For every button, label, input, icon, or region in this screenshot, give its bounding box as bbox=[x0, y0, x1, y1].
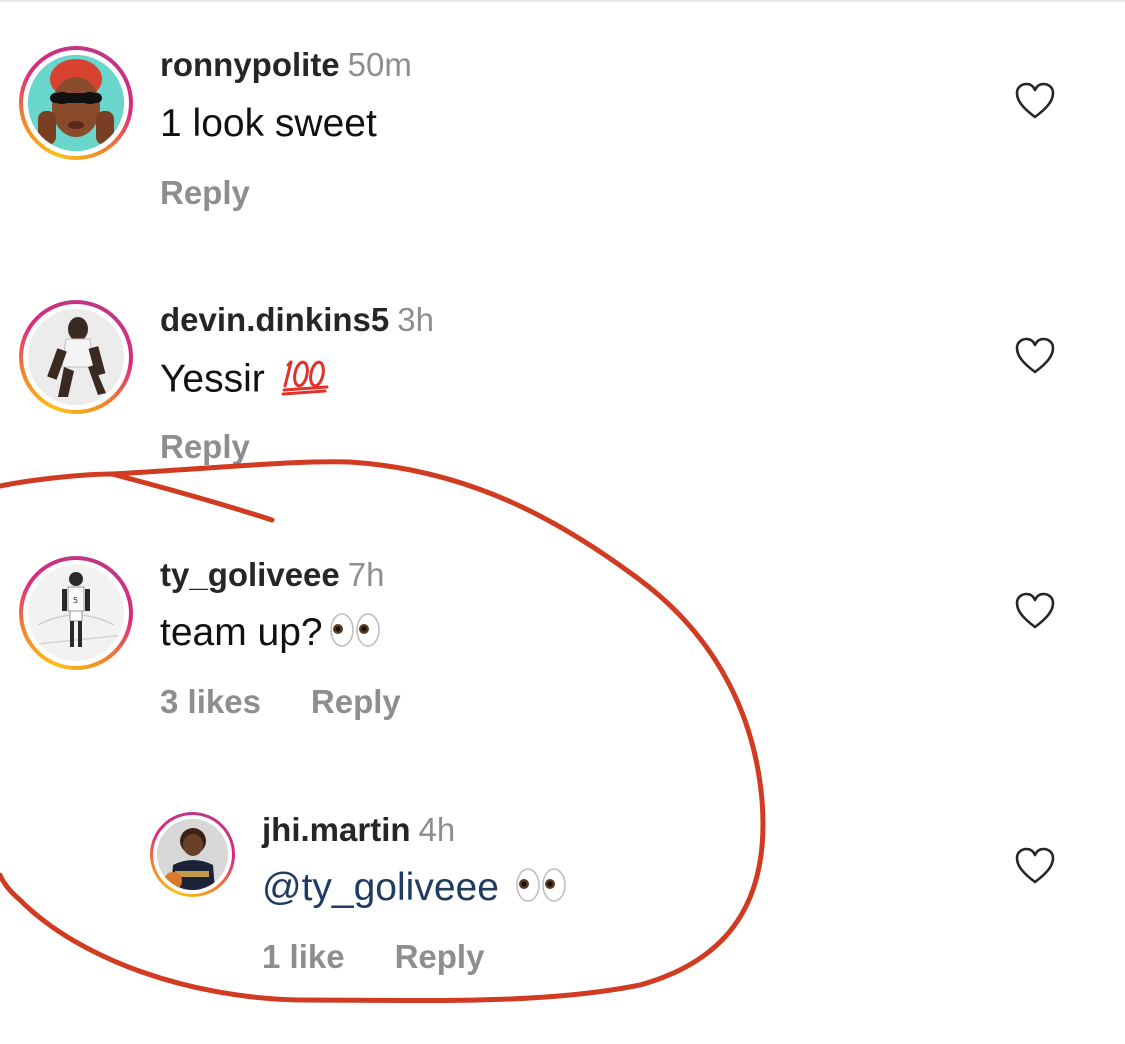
comment-time: 4h bbox=[418, 811, 456, 848]
avatar-jhi-icon bbox=[157, 819, 228, 890]
likes-count-button[interactable]: 1 like bbox=[262, 938, 345, 976]
eyes-emoji-icon bbox=[515, 867, 569, 913]
username-text[interactable]: jhi.martin bbox=[262, 811, 411, 848]
reply-jhi-martin: jhi.martin 4h @ty_goliveee 1 like Reply bbox=[0, 0, 1125, 1000]
like-heart-icon[interactable] bbox=[1015, 847, 1055, 885]
reply-button[interactable]: Reply bbox=[395, 938, 485, 976]
mention-link[interactable]: @ty_goliveee bbox=[262, 866, 499, 909]
avatar[interactable] bbox=[150, 812, 235, 897]
comment-meta: 1 like Reply bbox=[262, 938, 484, 976]
comment-username[interactable]: jhi.martin 4h bbox=[262, 811, 455, 849]
comment-text-row: @ty_goliveee bbox=[262, 866, 569, 913]
